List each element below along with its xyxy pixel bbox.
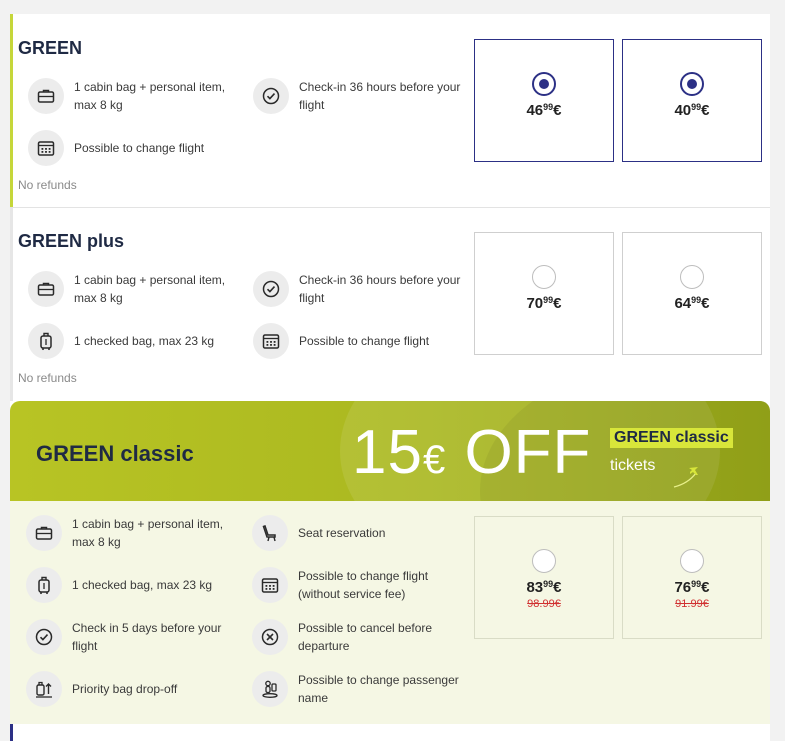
- feature-cabin-bag: 1 cabin bag + personal item, max 8 kg: [28, 271, 244, 307]
- promo-tag: GREEN classic: [610, 428, 733, 448]
- price-option-green-1[interactable]: 4699€: [474, 39, 614, 162]
- divider: [10, 207, 770, 208]
- fare-accent-bar: [10, 207, 13, 401]
- seat-icon: [252, 515, 288, 551]
- fare-title-green: GREEN: [18, 38, 83, 58]
- feature-priority-bag: Priority bag drop-off: [26, 671, 242, 707]
- selected-accent-bar: [10, 14, 13, 207]
- calendar-icon: [28, 130, 64, 166]
- feature-text: 1 checked bag, max 23 kg: [74, 334, 215, 348]
- no-refunds-note: No refunds: [18, 178, 77, 192]
- fare-title-green-classic: GREEN classic: [36, 441, 194, 466]
- briefcase-icon: [28, 271, 64, 307]
- feature-checkin: Check-in 36 hours before your flight: [253, 78, 469, 114]
- feature-text: 1 cabin bag + personal item, max 8 kg: [74, 80, 226, 112]
- feature-text: Check in 5 days before your flight: [72, 621, 222, 653]
- airplane-icon: [672, 459, 700, 494]
- check-circle-icon: [253, 271, 289, 307]
- feature-change-flight: Possible to change flight: [253, 323, 469, 359]
- feature-text: Priority bag drop-off: [72, 682, 178, 696]
- price-label: 4699€: [526, 102, 562, 119]
- feature-text: 1 cabin bag + personal item, max 8 kg: [74, 273, 226, 305]
- price-label: 4099€: [674, 102, 710, 119]
- feature-text: Possible to change flight: [74, 141, 205, 155]
- feature-text: 1 cabin bag + personal item, max 8 kg: [72, 517, 224, 549]
- no-refunds-note: No refunds: [18, 371, 77, 385]
- fare-accent-bar: [10, 724, 13, 741]
- check-circle-icon: [253, 78, 289, 114]
- feature-checkin: Check in 5 days before your flight: [26, 619, 242, 655]
- price-label: 6499€: [674, 295, 710, 312]
- discount-amount: 15€ OFF: [352, 418, 592, 487]
- price-option-green-plus-2[interactable]: 6499€: [622, 232, 762, 355]
- price-option-green-classic-1[interactable]: 8399€ 98.99€: [474, 516, 614, 639]
- radio-button[interactable]: [680, 72, 704, 96]
- feature-cancel: Possible to cancel before departure: [252, 619, 468, 655]
- feature-checkin: Check-in 36 hours before your flight: [253, 271, 469, 307]
- feature-checked-bag: 1 checked bag, max 23 kg: [28, 323, 244, 359]
- feature-text: Possible to change passenger name: [298, 673, 459, 705]
- promo-subtitle: tickets: [610, 457, 656, 474]
- briefcase-icon: [26, 515, 62, 551]
- feature-text: Check-in 36 hours before your flight: [299, 273, 461, 305]
- feature-text: Possible to change flight (without servi…: [298, 569, 429, 601]
- luggage-icon: [28, 323, 64, 359]
- old-price: 98.99€: [527, 598, 561, 610]
- feature-change-flight: Possible to change flight (without servi…: [252, 567, 468, 603]
- price-label: 8399€: [526, 579, 562, 596]
- feature-change-passenger: Possible to change passenger name: [252, 671, 468, 707]
- feature-text: Seat reservation: [298, 526, 386, 540]
- feature-text: 1 checked bag, max 23 kg: [72, 578, 213, 592]
- price-option-green-plus-1[interactable]: 7099€: [474, 232, 614, 355]
- fare-title-green-plus: GREEN plus: [18, 231, 125, 251]
- check-circle-icon: [26, 619, 62, 655]
- old-price: 91.99€: [675, 598, 709, 610]
- feature-cabin-bag: 1 cabin bag + personal item, max 8 kg: [28, 78, 244, 114]
- price-label: 7099€: [526, 295, 562, 312]
- calendar-icon: [253, 323, 289, 359]
- radio-button[interactable]: [532, 265, 556, 289]
- feature-text: Possible to cancel before departure: [298, 621, 433, 653]
- cancel-circle-icon: [252, 619, 288, 655]
- price-option-green-2[interactable]: 4099€: [622, 39, 762, 162]
- bag-dropoff-icon: [26, 671, 62, 707]
- radio-button[interactable]: [532, 72, 556, 96]
- feature-text: Check-in 36 hours before your flight: [299, 80, 461, 112]
- briefcase-icon: [28, 78, 64, 114]
- feature-text: Possible to change flight: [299, 334, 430, 348]
- radio-button[interactable]: [680, 265, 704, 289]
- feature-change-flight: Possible to change flight: [28, 130, 244, 166]
- price-label: 7699€: [674, 579, 710, 596]
- feature-cabin-bag: 1 cabin bag + personal item, max 8 kg: [26, 515, 242, 551]
- calendar-icon: [252, 567, 288, 603]
- feature-seat-reservation: Seat reservation: [252, 515, 468, 551]
- feature-checked-bag: 1 checked bag, max 23 kg: [26, 567, 242, 603]
- luggage-icon: [26, 567, 62, 603]
- radio-button[interactable]: [532, 549, 556, 573]
- passenger-name-icon: [252, 671, 288, 707]
- promo-banner: GREEN classic 15€ OFF GREEN classic tick…: [10, 401, 770, 501]
- radio-button[interactable]: [680, 549, 704, 573]
- price-option-green-classic-2[interactable]: 7699€ 91.99€: [622, 516, 762, 639]
